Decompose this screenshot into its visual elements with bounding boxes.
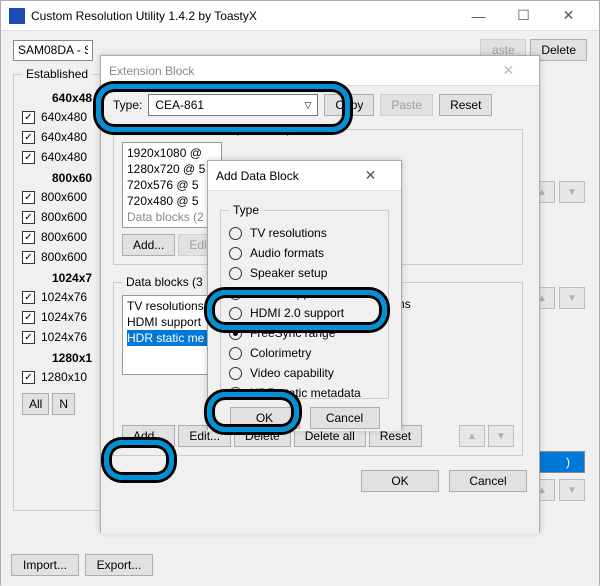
radio-label: Speaker setup <box>250 266 327 280</box>
maximize-button[interactable]: ☐ <box>501 2 546 30</box>
db-item[interactable]: TV resolutions <box>127 298 211 314</box>
radio-hdmi-support[interactable]: HDMI support <box>229 283 380 303</box>
copy-button[interactable]: Copy <box>324 94 374 116</box>
checkbox[interactable]: ✓ <box>22 291 35 304</box>
checkbox[interactable]: ✓ <box>22 211 35 224</box>
import-button[interactable]: Import... <box>11 554 79 576</box>
detres-item[interactable]: Data blocks (2 <box>127 209 217 225</box>
all-button[interactable]: All <box>22 393 49 415</box>
checkbox[interactable]: ✓ <box>22 111 35 124</box>
est-label: 1280x10 <box>41 370 87 384</box>
ext-close-button[interactable]: ✕ <box>486 57 531 85</box>
down-arrow-2[interactable]: ▼ <box>559 287 585 309</box>
est-label: 1024x76 <box>41 290 87 304</box>
paste-button-2[interactable]: Paste <box>380 94 433 116</box>
est-label: 800x600 <box>41 230 87 244</box>
checkbox[interactable]: ✓ <box>22 231 35 244</box>
db-down[interactable]: ▼ <box>488 425 514 447</box>
radio-hdr-static-metadata[interactable]: HDR static metadata <box>229 383 380 403</box>
close-button[interactable]: ✕ <box>546 2 591 30</box>
addblock-title: Add Data Block <box>216 169 348 183</box>
checkbox[interactable]: ✓ <box>22 331 35 344</box>
ext-ok[interactable]: OK <box>361 470 439 492</box>
reset-button[interactable]: Reset <box>439 94 492 116</box>
radio-hdmi-2-0-support[interactable]: HDMI 2.0 support <box>229 303 380 323</box>
db-add[interactable]: Add... <box>122 425 175 447</box>
addblock-close[interactable]: ✕ <box>348 162 393 190</box>
est-label: 640x480 <box>41 130 87 144</box>
db-item[interactable]: HDR static me <box>127 330 211 346</box>
n-button[interactable]: N <box>52 393 75 415</box>
checkbox[interactable]: ✓ <box>22 311 35 324</box>
type-fieldset: Type TV resolutions Audio formats Speaker … <box>220 203 389 399</box>
type-legend: Type <box>229 203 263 217</box>
main-titlebar: Custom Resolution Utility 1.4.2 by Toast… <box>1 1 599 31</box>
export-button[interactable]: Export... <box>85 554 153 576</box>
radio-label: Colorimetry <box>250 346 311 360</box>
est-header: 640x48 <box>22 91 92 105</box>
detres-item[interactable]: 720x480 @ 5 <box>127 193 217 209</box>
radio-label: HDR static metadata <box>250 386 361 400</box>
db-legend: Data blocks (3 <box>122 275 207 289</box>
est-label: 800x600 <box>41 210 87 224</box>
down-arrow[interactable]: ▼ <box>559 181 585 203</box>
db-item[interactable]: HDMI support <box>127 314 211 330</box>
est-label: 800x600 <box>41 250 87 264</box>
ext-title: Extension Block <box>109 64 486 78</box>
established-fieldset: Established 640x48 ✓ 640x480 ✓ 640x480 ✓ 640x4… <box>13 67 101 511</box>
radio-colorimetry[interactable]: Colorimetry <box>229 343 380 363</box>
radio-label: HDMI 2.0 support <box>250 306 344 320</box>
est-label: 1024x76 <box>41 330 87 344</box>
add-data-block-dialog: Add Data Block ✕ Type TV resolutions Audi… <box>207 160 402 430</box>
db-up[interactable]: ▲ <box>459 425 485 447</box>
est-header: 1280x1 <box>22 351 92 365</box>
est-label: 640x480 <box>41 110 87 124</box>
addblock-cancel[interactable]: Cancel <box>310 407 380 429</box>
radio-freesync-range[interactable]: FreeSync range <box>229 323 380 343</box>
ext-cancel[interactable]: Cancel <box>449 470 527 492</box>
checkbox[interactable]: ✓ <box>22 251 35 264</box>
checkbox[interactable]: ✓ <box>22 131 35 144</box>
detres-add[interactable]: Add... <box>122 234 175 256</box>
detres-legend: Detailed resolutions (1 slot left) <box>122 122 295 136</box>
checkbox[interactable]: ✓ <box>22 151 35 164</box>
est-label: 640x480 <box>41 150 87 164</box>
addblock-ok[interactable]: OK <box>230 407 300 429</box>
radio-tv-resolutions[interactable]: TV resolutions <box>229 223 380 243</box>
est-label: 1024x76 <box>41 310 87 324</box>
display-combo[interactable] <box>13 40 93 61</box>
radio-label: FreeSync range <box>250 326 335 340</box>
radio-label: Audio formats <box>250 246 324 260</box>
db-list[interactable]: TV resolutionsHDMI supportHDR static me <box>122 295 216 375</box>
detres-item[interactable]: 1280x720 @ 5 <box>127 161 217 177</box>
minimize-button[interactable]: — <box>456 2 501 30</box>
radio-label: Video capability <box>250 366 334 380</box>
established-legend: Established <box>22 67 92 81</box>
radio-speaker-setup[interactable]: Speaker setup <box>229 263 380 283</box>
type-label: Type: <box>113 98 142 112</box>
app-icon <box>9 8 25 24</box>
detres-item[interactable]: 720x576 @ 5 <box>127 177 217 193</box>
checkbox[interactable]: ✓ <box>22 191 35 204</box>
type-select[interactable]: CEA-861▽ <box>148 94 318 116</box>
main-title: Custom Resolution Utility 1.4.2 by Toast… <box>31 9 456 23</box>
checkbox[interactable]: ✓ <box>22 371 35 384</box>
radio-label: HDMI support <box>250 286 324 300</box>
est-header: 800x60 <box>22 171 92 185</box>
est-header: 1024x7 <box>22 271 92 285</box>
chevron-down-icon: ▽ <box>304 100 311 111</box>
radio-video-capability[interactable]: Video capability <box>229 363 380 383</box>
radio-audio-formats[interactable]: Audio formats <box>229 243 380 263</box>
down-arrow-3[interactable]: ▼ <box>559 479 585 501</box>
detres-item[interactable]: 1920x1080 @ <box>127 145 217 161</box>
est-label: 800x600 <box>41 190 87 204</box>
radio-label: TV resolutions <box>250 226 327 240</box>
